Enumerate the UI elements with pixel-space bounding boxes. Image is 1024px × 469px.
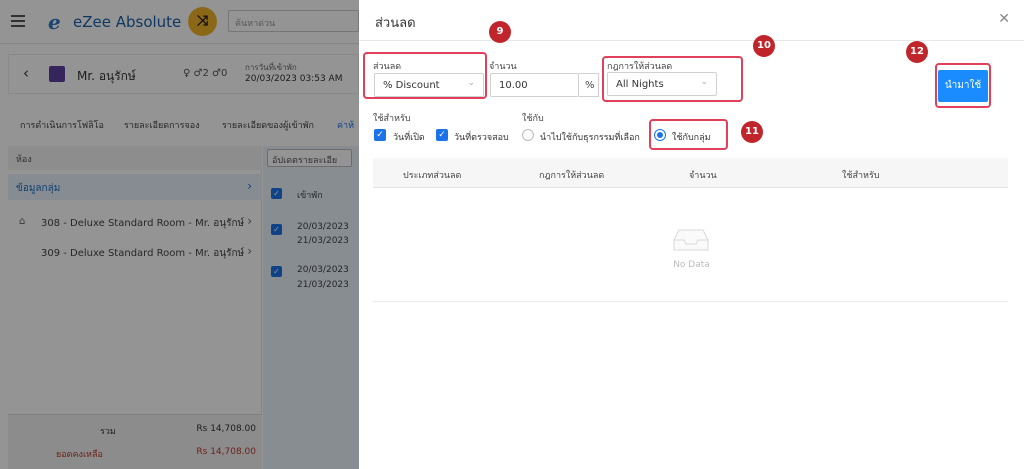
apply-to-label: ใช้กับ — [522, 114, 544, 124]
drawer-title: ส่วนลด — [375, 16, 416, 31]
highlight-box — [602, 56, 743, 102]
option-open-date: วันที่เปิด — [393, 133, 425, 143]
option-selected-transactions: นำไปใช้กับธุรกรรมที่เลือก — [540, 133, 640, 143]
apply-for-label: ใช้สำหรับ — [373, 114, 411, 124]
highlight-box — [363, 52, 487, 99]
amount-label: จำนวน — [489, 62, 517, 72]
amount-input[interactable]: 10.00 — [490, 73, 579, 97]
column-header: ใช้สำหรับ — [842, 171, 880, 181]
empty-inbox-icon — [673, 229, 709, 251]
checkbox-check-date[interactable]: ✓ — [436, 129, 448, 141]
discount-table-header: ประเภทส่วนลด กฎการให้ส่วนลด จำนวน ใช้สำห… — [373, 158, 1008, 188]
radio-selected-transactions[interactable] — [522, 129, 534, 141]
step-badge: 10 — [753, 35, 775, 57]
amount-value: 10.00 — [499, 80, 528, 91]
step-badge: 11 — [741, 121, 763, 143]
divider — [359, 40, 1024, 41]
option-check-date: วันที่ตรวจสอบ — [454, 133, 509, 143]
step-badge: 9 — [489, 21, 511, 43]
step-badge: 12 — [906, 41, 928, 63]
checkbox-open-date[interactable]: ✓ — [374, 129, 386, 141]
close-icon[interactable]: ✕ — [998, 11, 1010, 27]
no-data-text: No Data — [673, 260, 710, 270]
modal-overlay[interactable] — [0, 0, 359, 469]
highlight-box — [935, 63, 991, 108]
divider — [373, 301, 1008, 302]
highlight-box — [649, 119, 728, 150]
column-header: ประเภทส่วนลด — [403, 171, 462, 181]
column-header: กฎการให้ส่วนลด — [539, 171, 605, 181]
column-header: จำนวน — [689, 171, 717, 181]
amount-unit: % — [579, 73, 599, 97]
discount-drawer: ส่วนลด ✕ ส่วนลด % Discount ⌄ 9 จำนวน 10.… — [359, 0, 1024, 469]
